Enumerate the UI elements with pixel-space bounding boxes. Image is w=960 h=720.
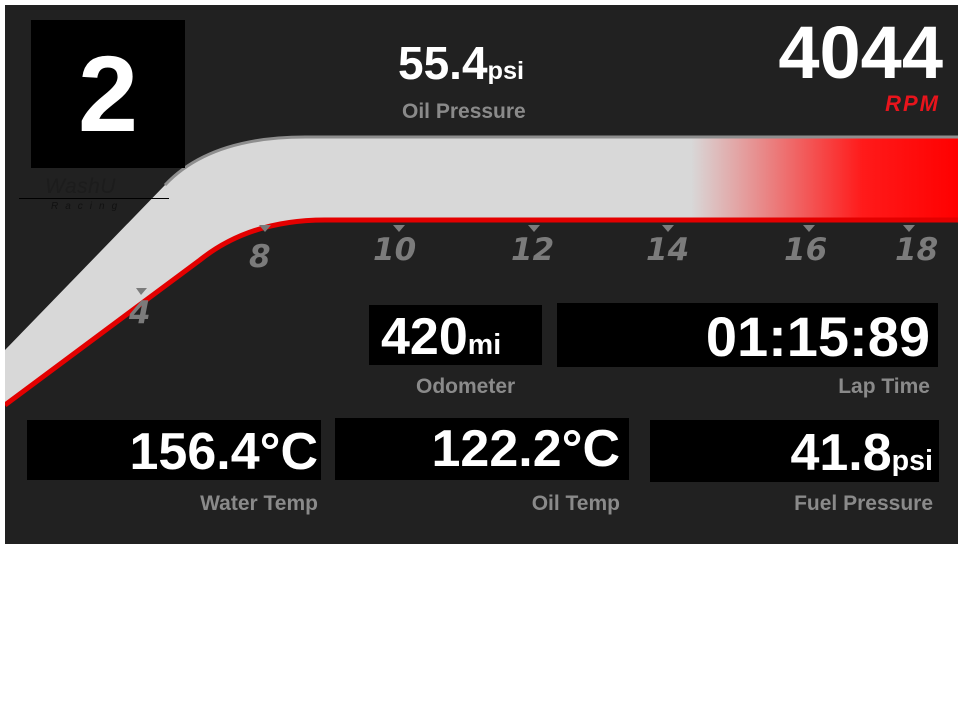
lap-time-value: 01:15:89	[705, 305, 930, 368]
rpm-tick-mark	[393, 225, 405, 232]
water-temp-label: Water Temp	[200, 492, 318, 515]
rpm-tick-10: 10	[373, 232, 416, 268]
rpm-tick-4: 4	[128, 295, 151, 331]
odometer-label: Odometer	[416, 375, 516, 398]
fuel-pressure-unit: psi	[891, 445, 933, 477]
washu-racing-logo: WashU Racing	[19, 171, 179, 219]
oil-pressure-label: Oil Pressure	[402, 100, 526, 123]
oil-pressure-unit: psi	[487, 57, 525, 85]
fuel-pressure-readout: 41.8psi	[790, 423, 933, 491]
rpm-unit: RPM	[885, 91, 940, 116]
logo-divider	[19, 198, 169, 199]
rpm-tick-mark	[528, 225, 540, 232]
logo-subtitle: Racing	[51, 201, 125, 212]
fuel-pressure-value: 41.8	[790, 424, 892, 482]
rpm-tick-14: 14	[646, 232, 689, 268]
odometer-readout: 420mi	[381, 309, 501, 373]
rpm-tick-mark	[903, 225, 915, 232]
rpm-tick-mark	[662, 225, 674, 232]
oil-temp-value: 122.2°C	[431, 420, 620, 478]
dashboard-panel: 4 8 10 12 14 16 18 2 WashU Racing 55.4ps…	[5, 5, 958, 544]
rpm-tick-16: 16	[784, 232, 827, 268]
gear-indicator: 2	[31, 20, 185, 168]
rpm-tick-mark	[803, 225, 815, 232]
rpm-tick-18: 18	[895, 232, 938, 268]
odometer-value: 420	[381, 308, 468, 366]
rpm-tick-8: 8	[249, 239, 271, 275]
rpm-tick-12: 12	[511, 232, 554, 268]
oil-pressure-value: 55.4	[398, 37, 488, 89]
logo-wordmark: WashU	[45, 175, 116, 198]
odometer-unit: mi	[467, 329, 502, 361]
lap-time-label: Lap Time	[838, 375, 930, 398]
rpm-value: 4044	[778, 11, 943, 94]
water-temp-value: 156.4°C	[129, 423, 318, 481]
fuel-pressure-label: Fuel Pressure	[794, 492, 933, 515]
oil-pressure-readout: 55.4psi	[398, 37, 524, 97]
oil-temp-label: Oil Temp	[531, 492, 620, 515]
